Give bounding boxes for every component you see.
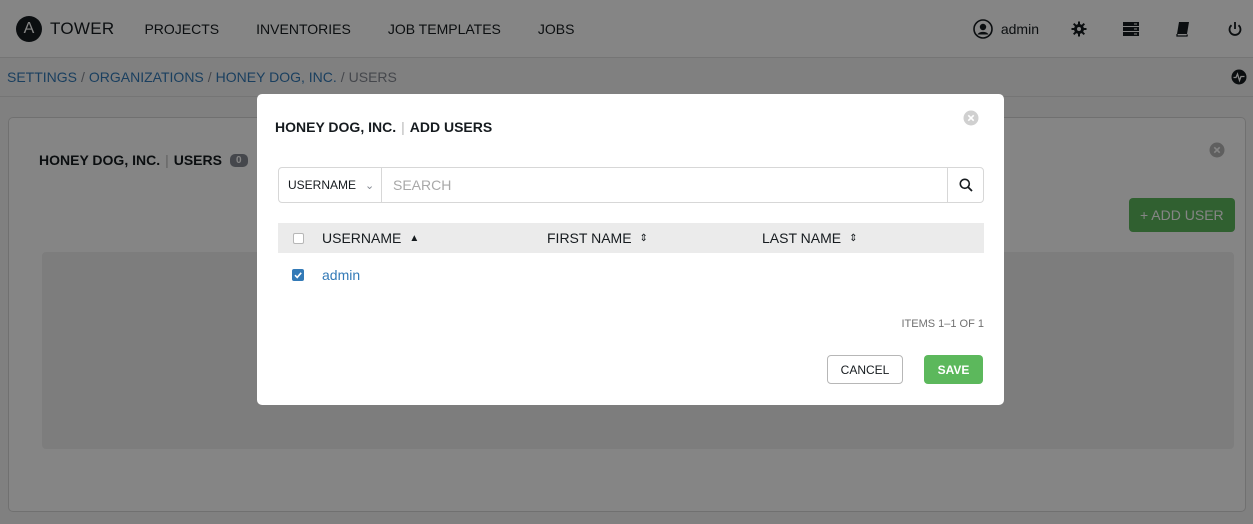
close-icon[interactable] — [963, 110, 979, 126]
row-username[interactable]: admin — [322, 267, 360, 283]
column-first-name[interactable]: FIRST NAME ⇕ — [547, 230, 648, 246]
checkmark-icon — [294, 272, 302, 279]
chevron-down-icon: ⌄ — [365, 179, 375, 192]
search-field-label: USERNAME — [288, 178, 357, 192]
modal-title: HONEY DOG, INC. | ADD USERS — [275, 119, 493, 135]
table-row[interactable]: admin — [278, 260, 984, 290]
search-button[interactable] — [947, 168, 983, 202]
cancel-button[interactable]: CANCEL — [827, 355, 903, 384]
column-username[interactable]: USERNAME ▲ — [322, 230, 419, 246]
items-count: ITEMS 1–1 OF 1 — [901, 318, 984, 330]
modal-title-text: ADD USERS — [409, 119, 493, 135]
row-checkbox[interactable] — [292, 269, 304, 281]
select-all-checkbox[interactable] — [293, 232, 304, 244]
table-header: USERNAME ▲ FIRST NAME ⇕ LAST NAME ⇕ — [278, 223, 984, 253]
column-last-name[interactable]: LAST NAME ⇕ — [762, 230, 858, 246]
search-field-select[interactable]: USERNAME ⌄ — [279, 168, 382, 202]
search-icon — [959, 178, 973, 192]
modal-org-name: HONEY DOG, INC. — [275, 119, 397, 135]
save-button[interactable]: SAVE — [924, 355, 983, 384]
add-users-modal: HONEY DOG, INC. | ADD USERS USERNAME ⌄ U… — [257, 94, 1004, 405]
sort-ascending-icon: ▲ — [409, 232, 420, 244]
sort-icon: ⇕ — [639, 232, 648, 244]
search-input[interactable] — [382, 168, 947, 202]
search-bar: USERNAME ⌄ — [278, 167, 984, 203]
sort-icon: ⇕ — [849, 232, 858, 244]
